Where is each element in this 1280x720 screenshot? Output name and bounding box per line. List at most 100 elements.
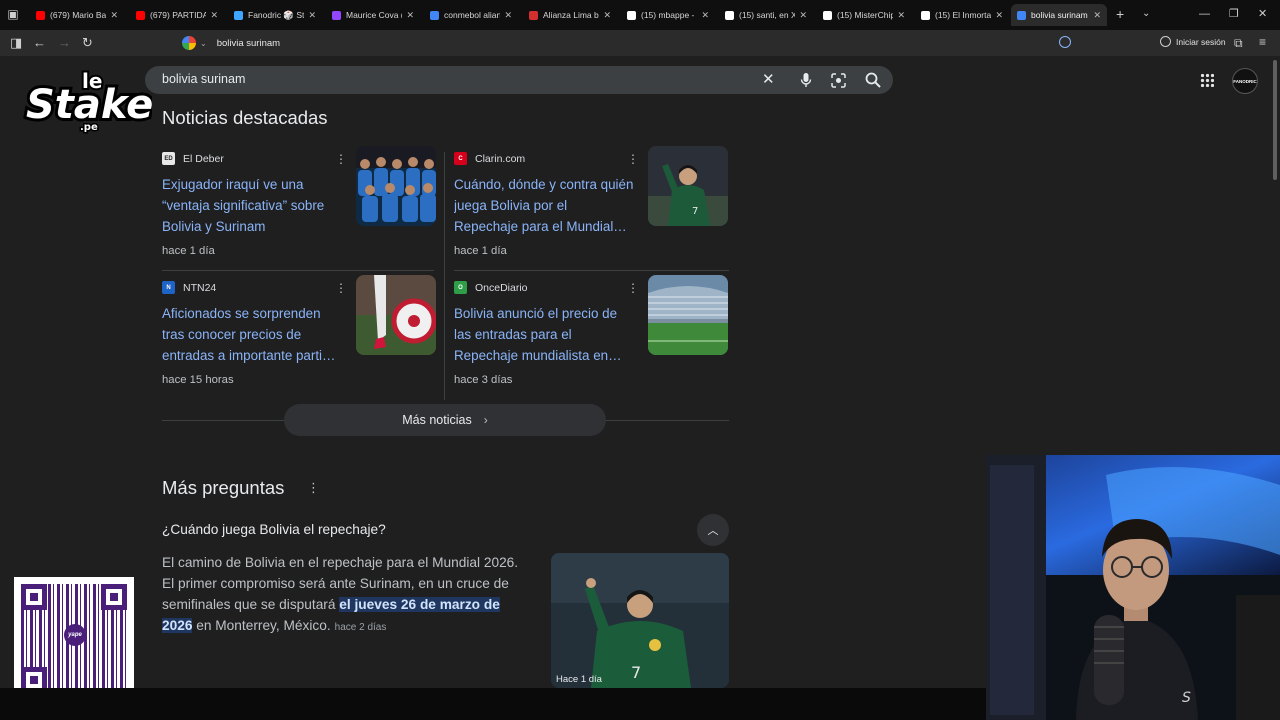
browser-tab[interactable]: Fanodric 🎲 Stake✕: [228, 4, 322, 26]
tab-close-icon[interactable]: ✕: [603, 10, 611, 21]
browser-tab[interactable]: bolivia surinam ✕: [1011, 4, 1107, 26]
extensions-icon[interactable]: ⧉: [1234, 35, 1243, 51]
more-options-icon[interactable]: ⋮: [335, 152, 347, 166]
tab-close-icon[interactable]: ✕: [1093, 10, 1101, 21]
news-source-name: OnceDiario: [475, 281, 528, 294]
lens-icon[interactable]: [831, 73, 846, 88]
news-thumbnail[interactable]: [356, 146, 436, 226]
news-title[interactable]: Exjugador iraquí ve una “ventaja signifi…: [162, 174, 342, 237]
reload-icon[interactable]: ↻: [82, 35, 93, 51]
news-card-3[interactable]: N NTN24 ⋮ Aficionados se sorprenden tras…: [162, 275, 436, 397]
news-source: ED El Deber: [162, 152, 224, 165]
clear-icon[interactable]: ✕: [762, 71, 775, 89]
yape-qr-code: yape: [14, 577, 134, 700]
menu-icon[interactable]: ≡: [1259, 34, 1266, 50]
tab-close-icon[interactable]: ✕: [110, 10, 118, 21]
restore-icon[interactable]: ❐: [1229, 8, 1239, 20]
more-options-icon[interactable]: ⋮: [335, 281, 347, 295]
search-icon[interactable]: [865, 72, 881, 88]
browser-tab[interactable]: (679) PARTIDAZO✕: [130, 4, 224, 26]
account-icon: [1160, 36, 1171, 47]
apps-grid-icon[interactable]: [1200, 73, 1214, 87]
answer-image[interactable]: 7 Hace 1 día: [551, 553, 729, 688]
overlay-bottom-bar: [0, 688, 986, 720]
news-source-name: Clarin.com: [475, 152, 526, 165]
tab-close-icon[interactable]: ✕: [897, 10, 905, 21]
tab-close-icon[interactable]: ✕: [799, 10, 807, 21]
google-icon: [182, 36, 196, 50]
translate-globe-icon[interactable]: [1059, 36, 1071, 48]
news-source: O OnceDiario: [454, 281, 528, 294]
browser-tab[interactable]: (679) Mario Balo✕: [30, 4, 124, 26]
news-age: hace 1 día: [454, 245, 507, 257]
answer-text-end: en Monterrey, México.: [192, 618, 331, 633]
tab-close-icon[interactable]: ✕: [995, 10, 1003, 21]
account-avatar[interactable]: FANODRIC: [1232, 68, 1258, 94]
address-bar[interactable]: ⌄ bolivia surinam: [178, 33, 1078, 53]
svg-text:S: S: [1182, 690, 1191, 706]
news-title[interactable]: Aficionados se sorprenden tras conocer p…: [162, 303, 342, 366]
svg-text:7: 7: [631, 663, 641, 682]
more-news-button[interactable]: Más noticias ›: [284, 404, 606, 436]
close-window-icon[interactable]: ✕: [1258, 8, 1267, 20]
browser-tab[interactable]: Alianza Lima baj ✕: [523, 4, 617, 26]
news-thumbnail[interactable]: [648, 275, 728, 355]
address-url[interactable]: bolivia surinam: [217, 38, 280, 49]
tab-title: (15) El Inmortal: [935, 10, 992, 20]
tab-title: conmebol alianz: [444, 10, 501, 20]
chevron-down-icon: ⌄: [200, 38, 207, 48]
news-thumbnail[interactable]: 7: [648, 146, 728, 226]
source-favicon-icon: O: [454, 281, 467, 294]
tab-title: (15) mbappe - B: [641, 10, 698, 20]
news-column-divider: [444, 152, 445, 400]
news-card-1[interactable]: ED El Deber ⋮ Exjugador iraquí ve una “v…: [162, 146, 436, 268]
scrollbar[interactable]: [1273, 60, 1277, 180]
news-divider: [454, 270, 729, 271]
tab-close-icon[interactable]: ✕: [504, 10, 512, 21]
signin-button[interactable]: Iniciar sesión: [1160, 36, 1226, 47]
browser-tab[interactable]: (15) santi, en X: ✕: [719, 4, 813, 26]
tab-search-icon[interactable]: ▣: [6, 7, 20, 21]
tab-close-icon[interactable]: ✕: [308, 10, 316, 21]
paa-heading: Más preguntas: [162, 477, 285, 498]
browser-tab[interactable]: (15) MisterChip (✕: [817, 4, 911, 26]
news-card-4[interactable]: O OnceDiario ⋮ Bolivia anunció el precio…: [454, 275, 728, 397]
source-favicon-icon: C: [454, 152, 467, 165]
news-title[interactable]: Cuándo, dónde y contra quién juega Boliv…: [454, 174, 634, 237]
news-thumbnail[interactable]: [356, 275, 436, 355]
tab-close-icon[interactable]: ✕: [701, 10, 709, 21]
collapse-button[interactable]: ︿: [697, 514, 729, 546]
tab-favicon-icon: [627, 10, 636, 20]
new-tab-icon[interactable]: +: [1116, 7, 1124, 21]
news-card-2[interactable]: C Clarin.com ⋮ Cuándo, dónde y contra qu…: [454, 146, 728, 268]
browser-tab[interactable]: conmebol alianz ✕: [424, 4, 518, 26]
browser-tab[interactable]: Maurice Cova (C ✕: [326, 4, 420, 26]
minimize-icon[interactable]: —: [1199, 8, 1210, 20]
tab-favicon-icon: [725, 10, 734, 20]
browser-tab[interactable]: (15) mbappe - B ✕: [621, 4, 715, 26]
source-favicon-icon: ED: [162, 152, 175, 165]
news-title[interactable]: Bolivia anunció el precio de las entrada…: [454, 303, 634, 366]
chevron-down-icon[interactable]: ⌄: [1142, 8, 1150, 19]
back-icon[interactable]: ←: [33, 35, 46, 51]
more-options-icon[interactable]: ⋮: [307, 480, 320, 496]
tab-favicon-icon: [136, 10, 145, 20]
tab-title: Fanodric 🎲 Stake: [248, 9, 305, 20]
tab-title: (15) MisterChip (: [837, 10, 894, 20]
browser-tab[interactable]: (15) El Inmortal ✕: [915, 4, 1009, 26]
news-source-name: El Deber: [183, 152, 224, 165]
more-options-icon[interactable]: ⋮: [627, 152, 639, 166]
microphone-icon[interactable]: [800, 72, 812, 88]
sidebar-icon[interactable]: ◨: [10, 35, 22, 51]
tab-close-icon[interactable]: ✕: [210, 10, 218, 21]
more-options-icon[interactable]: ⋮: [627, 281, 639, 295]
search-box[interactable]: bolivia surinam ✕: [145, 66, 893, 94]
tab-close-icon[interactable]: ✕: [406, 10, 414, 21]
search-input[interactable]: bolivia surinam: [162, 72, 245, 86]
tab-title: Maurice Cova (C: [346, 10, 402, 20]
tab-favicon-icon: [36, 10, 45, 20]
image-caption: Hace 1 día: [556, 674, 602, 685]
tab-favicon-icon: [234, 10, 243, 20]
forward-icon[interactable]: →: [58, 35, 71, 51]
paa-question[interactable]: ¿Cuándo juega Bolivia el repechaje?: [162, 522, 386, 537]
